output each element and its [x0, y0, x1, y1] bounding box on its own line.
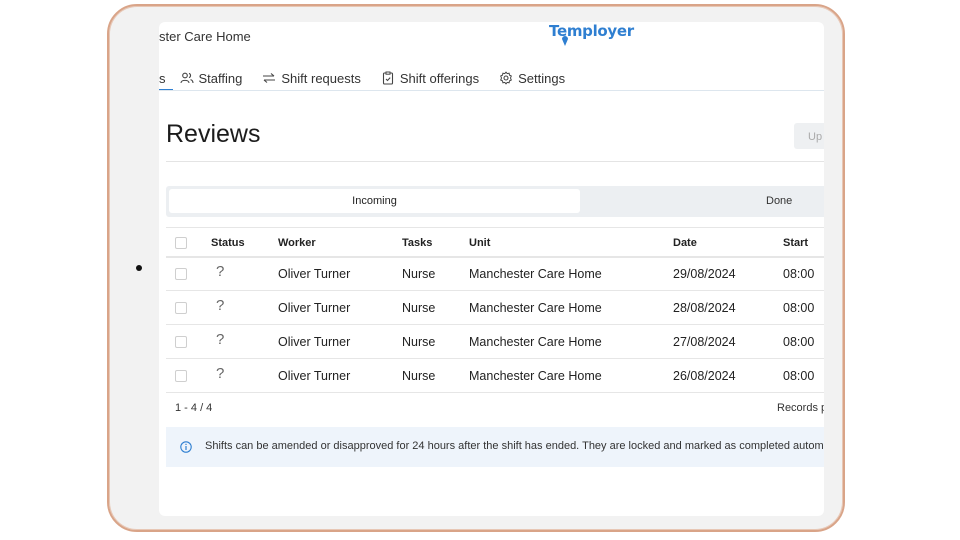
unit-cell: Manchester Care Home [469, 301, 602, 315]
date-cell: 28/08/2024 [673, 301, 736, 315]
users-icon [179, 72, 194, 84]
row-checkbox[interactable] [175, 268, 187, 280]
title-divider [166, 161, 824, 162]
column-header-date[interactable]: Date [673, 237, 697, 249]
tasks-cell: Nurse [402, 301, 436, 315]
done-tab[interactable]: Done [766, 189, 792, 213]
pagination-count: 1 - 4 / 4 [175, 402, 213, 414]
start-cell: 08:00 [783, 267, 815, 281]
tab-shift-offerings[interactable]: Shift offerings [381, 71, 479, 86]
worker-cell: Oliver Turner [278, 335, 351, 349]
start-cell: 08:00 [783, 335, 815, 349]
review-filter-toggle: Incoming Done [166, 186, 824, 217]
column-header-worker[interactable]: Worker [278, 237, 316, 249]
table-row[interactable]: ? Oliver Turner Nurse Manchester Care Ho… [166, 324, 824, 358]
column-header-tasks[interactable]: Tasks [402, 237, 432, 249]
status-unknown-icon: ? [216, 365, 225, 382]
update-button[interactable]: Up [794, 123, 824, 149]
status-unknown-icon: ? [216, 297, 225, 314]
column-header-status[interactable]: Status [211, 237, 245, 249]
app-screen: ster Care Home Temployer s Staffing Shif… [159, 22, 824, 516]
table-row[interactable]: ? Oliver Turner Nurse Manchester Care Ho… [166, 358, 824, 393]
status-unknown-icon: ? [216, 263, 225, 280]
tasks-cell: Nurse [402, 335, 436, 349]
tab-reviews[interactable]: s [159, 71, 166, 86]
page-title: Reviews [166, 120, 261, 148]
info-banner-text: Shifts can be amended or disapproved for… [205, 440, 824, 452]
date-cell: 26/08/2024 [673, 369, 736, 383]
select-all-checkbox[interactable] [175, 237, 187, 249]
nav-tabs: s Staffing Shift requests Shift offering… [159, 66, 585, 90]
worker-cell: Oliver Turner [278, 267, 351, 281]
header-divider [159, 90, 824, 91]
status-unknown-icon: ? [216, 331, 225, 348]
column-header-unit[interactable]: Unit [469, 237, 490, 249]
worker-cell: Oliver Turner [278, 301, 351, 315]
gear-icon [500, 71, 513, 85]
incoming-tab[interactable]: Incoming [169, 189, 580, 213]
tab-staffing[interactable]: Staffing [179, 70, 243, 86]
row-checkbox[interactable] [175, 370, 187, 382]
tab-settings-label: Settings [518, 70, 566, 86]
worker-cell: Oliver Turner [278, 369, 351, 383]
table-header-row: Status Worker Tasks Unit Date Start [166, 227, 824, 258]
unit-cell: Manchester Care Home [469, 335, 602, 349]
tab-shift-requests-label: Shift requests [281, 70, 361, 86]
records-per-page-label[interactable]: Records p [777, 402, 824, 414]
row-checkbox[interactable] [175, 302, 187, 314]
date-cell: 29/08/2024 [673, 267, 736, 281]
tasks-cell: Nurse [402, 369, 436, 383]
info-icon [180, 441, 192, 453]
info-banner: Shifts can be amended or disapproved for… [166, 427, 824, 467]
tab-shift-requests[interactable]: Shift requests [262, 71, 361, 86]
tab-reviews-label: s [159, 70, 166, 86]
start-cell: 08:00 [783, 369, 815, 383]
tab-settings[interactable]: Settings [499, 71, 565, 86]
unit-cell: Manchester Care Home [469, 369, 602, 383]
care-home-title: ster Care Home [159, 29, 251, 44]
arrows-swap-icon [263, 73, 276, 83]
clipboard-icon [382, 71, 393, 85]
tasks-cell: Nurse [402, 267, 436, 281]
unit-cell: Manchester Care Home [469, 267, 602, 281]
date-cell: 27/08/2024 [673, 335, 736, 349]
row-checkbox[interactable] [175, 336, 187, 348]
tab-staffing-label: Staffing [198, 70, 243, 86]
table-row[interactable]: ? Oliver Turner Nurse Manchester Care Ho… [166, 256, 824, 290]
logo-pin-icon [562, 36, 568, 46]
start-cell: 08:00 [783, 301, 815, 315]
tab-shift-offerings-label: Shift offerings [399, 70, 480, 86]
column-header-start[interactable]: Start [783, 237, 808, 249]
table-row[interactable]: ? Oliver Turner Nurse Manchester Care Ho… [166, 290, 824, 324]
camera-dot [136, 265, 142, 271]
